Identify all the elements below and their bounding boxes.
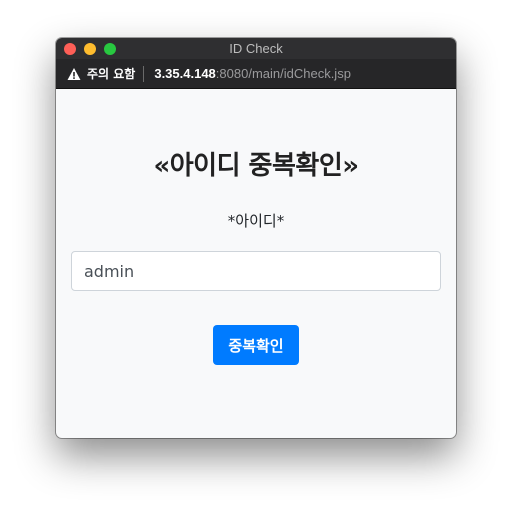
url-text[interactable]: 3.35.4.148:8080/main/idCheck.jsp	[154, 66, 351, 81]
title-bar: ID Check	[56, 38, 456, 59]
id-input[interactable]	[71, 251, 441, 291]
security-warning-label[interactable]: 주의 요함	[87, 65, 135, 82]
window-title: ID Check	[229, 41, 283, 56]
duplicate-check-button[interactable]: 중복확인	[213, 325, 299, 365]
address-divider	[143, 65, 145, 82]
id-label: *아이디*	[227, 212, 285, 230]
browser-window: ID Check 주의 요함 3.35.4.148:8080/main/idCh…	[56, 38, 456, 438]
url-host: 3.35.4.148	[154, 66, 216, 81]
page-title: «아이디 중복확인»	[153, 151, 359, 181]
url-path: :8080/main/idCheck.jsp	[215, 66, 351, 81]
page-content: «아이디 중복확인» *아이디* 중복확인	[56, 89, 456, 438]
address-bar[interactable]: 주의 요함 3.35.4.148:8080/main/idCheck.jsp	[56, 59, 456, 89]
warning-triangle-icon	[67, 67, 81, 80]
